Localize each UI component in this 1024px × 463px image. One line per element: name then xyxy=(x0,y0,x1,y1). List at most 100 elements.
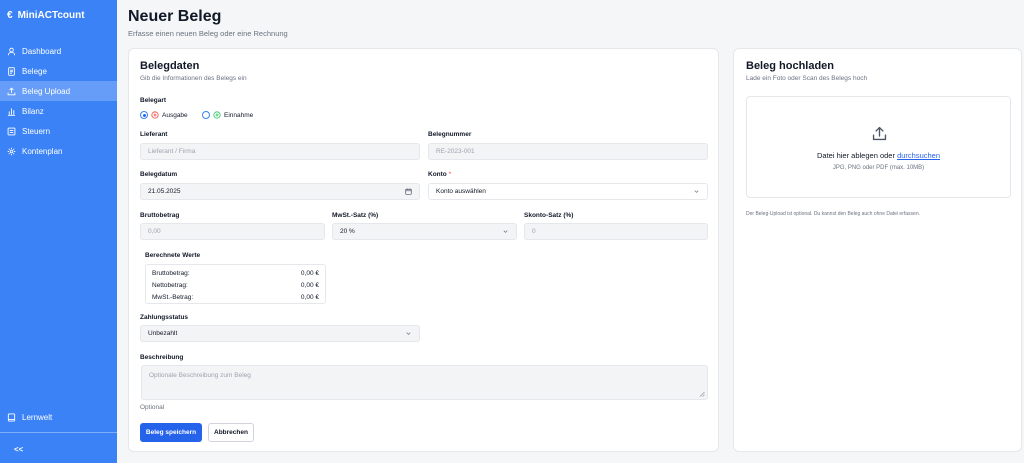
upload-icon xyxy=(7,86,16,95)
beschreibung-label: Beschreibung xyxy=(140,354,184,361)
belegdatum-label: Belegdatum xyxy=(140,171,178,178)
file-icon xyxy=(7,127,16,135)
bruttobetrag-label: Bruttobetrag xyxy=(140,212,180,219)
radio-einnahme[interactable]: Einnahme xyxy=(202,111,253,119)
save-button[interactable]: Beleg speichern xyxy=(140,423,202,442)
sidebar-item-label: Steuern xyxy=(22,126,51,136)
belegdaten-card: Belegdaten Gib die Informationen des Bel… xyxy=(128,48,719,452)
sidebar-item-label: Bilanz xyxy=(22,106,44,116)
sidebar-item-label: Dashboard xyxy=(22,46,62,56)
sidebar-item-beleg-upload[interactable]: Beleg Upload xyxy=(0,81,117,101)
drop-text: Datei hier ablegen oder xyxy=(816,151,895,160)
upload-icon xyxy=(872,126,887,141)
required-mark: * xyxy=(448,171,452,178)
radio-ausgabe[interactable]: Ausgabe xyxy=(140,111,188,119)
skonto-label: Skonto-Satz (%) xyxy=(524,212,574,219)
sidebar-nav: Dashboard Belege Beleg Upload Bilanz Ste… xyxy=(0,41,117,161)
sidebar-item-label: Lernwelt xyxy=(22,412,53,422)
formats-hint: JPG, PNG oder PDF (max. 10MB) xyxy=(832,165,925,171)
upload-card: Beleg hochladen Lade ein Foto oder Scan … xyxy=(733,48,1022,452)
mwst-value: 20 % xyxy=(340,228,355,235)
skonto-placeholder: 0 xyxy=(532,228,536,235)
calc-label: MwSt.-Betrag: xyxy=(152,293,194,301)
konto-value: Konto auswählen xyxy=(436,188,486,195)
zahlungsstatus-value: Unbezahlt xyxy=(148,330,178,337)
sidebar-item-dashboard[interactable]: Dashboard xyxy=(0,41,117,61)
lieferant-placeholder: Lieferant / Firma xyxy=(148,148,196,155)
plus-circle-icon xyxy=(213,111,221,119)
beschreibung-textarea[interactable]: Optionale Beschreibung zum Beleg xyxy=(141,365,708,400)
sidebar-item-belege[interactable]: Belege xyxy=(0,61,117,81)
sidebar-item-kontenplan[interactable]: Kontenplan xyxy=(0,141,117,161)
calc-row-mwst: MwSt.-Betrag: 0,00 € xyxy=(152,292,319,302)
brand[interactable]: € MiniACTcount xyxy=(7,10,85,21)
sidebar-item-bilanz[interactable]: Bilanz xyxy=(0,101,117,121)
zahlungsstatus-label: Zahlungsstatus xyxy=(140,314,189,321)
user-icon xyxy=(7,47,16,55)
sidebar: € MiniACTcount Dashboard Belege Beleg Up… xyxy=(0,0,117,463)
bruttobetrag-input[interactable]: 0,00 xyxy=(140,223,325,240)
collapse-sidebar-button[interactable]: << xyxy=(14,445,23,454)
berechnete-werte-box: Bruttobetrag: 0,00 € Nettobetrag: 0,00 €… xyxy=(145,264,326,304)
calc-row-brutto: Bruttobetrag: 0,00 € xyxy=(152,268,319,278)
dropzone-text: Datei hier ablegen oder durchsuchen xyxy=(747,151,1010,160)
lieferant-label: Lieferant xyxy=(140,131,168,138)
sidebar-item-label: Beleg Upload xyxy=(22,86,71,96)
sidebar-item-steuern[interactable]: Steuern xyxy=(0,121,117,141)
card-subtitle: Lade ein Foto oder Scan des Belegs hoch xyxy=(746,75,868,82)
page-subtitle: Erfasse einen neuen Beleg oder eine Rech… xyxy=(128,29,288,38)
belegdatum-value: 21.05.2025 xyxy=(148,188,181,195)
card-title: Beleg hochladen xyxy=(746,60,835,72)
lieferant-input[interactable]: Lieferant / Firma xyxy=(140,143,420,160)
sidebar-item-label: Belege xyxy=(22,66,47,76)
konto-label: Konto * xyxy=(428,171,451,178)
sidebar-divider xyxy=(0,432,117,433)
mwst-select[interactable]: 20 % xyxy=(332,223,517,240)
browse-link[interactable]: durchsuchen xyxy=(897,151,940,160)
bar-chart-icon xyxy=(7,107,16,116)
sidebar-item-label: Kontenplan xyxy=(22,146,63,156)
belegdatum-input[interactable]: 21.05.2025 xyxy=(140,183,420,200)
calc-value: 0,00 € xyxy=(300,269,319,277)
sidebar-bottom-nav: Lernwelt xyxy=(0,407,117,427)
chevron-down-icon xyxy=(406,332,411,335)
zahlungsstatus-select[interactable]: Unbezahlt xyxy=(140,325,420,342)
calc-label: Nettobetrag: xyxy=(152,281,188,289)
book-icon xyxy=(7,412,16,422)
konto-select[interactable]: Konto auswählen xyxy=(428,183,708,200)
belegnummer-placeholder: RE-2023-001 xyxy=(436,148,475,155)
chevron-down-icon xyxy=(694,190,699,193)
skonto-input[interactable]: 0 xyxy=(524,223,708,240)
radio-ausgabe-control[interactable] xyxy=(140,111,148,119)
calc-label: Bruttobetrag: xyxy=(152,269,190,277)
minus-circle-icon xyxy=(151,111,159,119)
page-title: Neuer Beleg xyxy=(128,8,222,25)
radio-einnahme-label: Einnahme xyxy=(224,111,254,119)
berechnete-werte-label: Berechnete Werte xyxy=(145,252,201,259)
chevron-down-icon xyxy=(503,230,508,233)
calc-value: 0,00 € xyxy=(300,293,319,301)
calc-value: 0,00 € xyxy=(300,281,319,289)
konto-label-text: Konto xyxy=(428,171,447,178)
gear-icon xyxy=(7,147,16,155)
brand-name: MiniACTcount xyxy=(17,10,85,21)
card-subtitle: Gib die Informationen des Belegs ein xyxy=(140,75,247,82)
calendar-icon[interactable] xyxy=(405,188,412,195)
upload-note: Der Beleg-Upload ist optional. Du kannst… xyxy=(746,211,920,217)
belegnummer-input[interactable]: RE-2023-001 xyxy=(428,143,708,160)
card-title: Belegdaten xyxy=(140,60,200,72)
belegnummer-label: Belegnummer xyxy=(428,131,472,138)
euro-icon: € xyxy=(7,10,13,21)
file-dropzone[interactable]: Datei hier ablegen oder durchsuchen JPG,… xyxy=(746,96,1011,198)
radio-ausgabe-label: Ausgabe xyxy=(162,111,188,119)
resize-handle-icon[interactable] xyxy=(699,391,705,397)
mwst-label: MwSt.-Satz (%) xyxy=(332,212,379,219)
sidebar-item-lernwelt[interactable]: Lernwelt xyxy=(0,407,117,427)
document-icon xyxy=(8,66,15,76)
belegart-label: Belegart xyxy=(140,97,167,104)
bruttobetrag-placeholder: 0,00 xyxy=(148,228,161,235)
beschreibung-placeholder: Optionale Beschreibung zum Beleg xyxy=(149,372,251,379)
radio-einnahme-control[interactable] xyxy=(202,111,210,119)
beschreibung-hint: Optional xyxy=(140,404,165,411)
cancel-button[interactable]: Abbrechen xyxy=(208,423,254,442)
